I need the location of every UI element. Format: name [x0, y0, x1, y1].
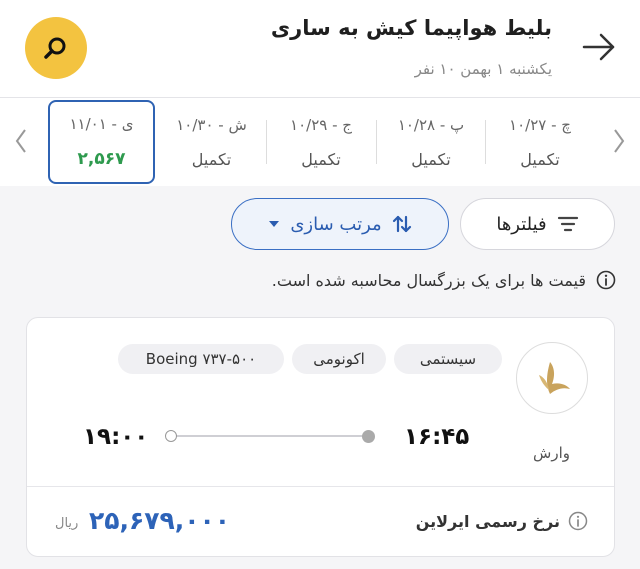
date-cell[interactable]: ج - ۱۰/۲۹ تکمیل [268, 98, 374, 186]
date-status: تکمیل [191, 149, 232, 169]
seats-count: ۲,۵۶۷ [77, 149, 126, 169]
caret-down-icon [269, 221, 280, 227]
date-label: ش - ۱۰/۳۰ [176, 115, 247, 134]
date-cell[interactable]: پ - ۱۰/۲۸ تکمیل [378, 98, 484, 186]
date-divider [266, 120, 267, 164]
date-status: تکمیل [301, 149, 341, 169]
filters-button[interactable]: فیلترها [460, 198, 615, 250]
departure-dot [362, 430, 375, 443]
sort-icon [392, 215, 411, 233]
price-note-text: قیمت ها برای یک بزرگسال محاسبه شده است. [271, 270, 586, 290]
flight-card[interactable]: وارش سیستمی اکونومی Boeing ۷۳۷-۵۰۰ ۱۶:۴۵… [26, 317, 615, 557]
date-divider [485, 120, 486, 164]
page-title: بلیط هواپیما کیش به ساری [270, 16, 552, 40]
flight-type-tag: سیستمی [394, 344, 502, 374]
sort-button[interactable]: مرتب سازی [231, 198, 449, 250]
info-icon[interactable] [568, 511, 588, 531]
card-divider [27, 486, 614, 487]
fare-label-text: نرخ رسمی ایرلاین [415, 511, 560, 531]
date-status: تکمیل [411, 149, 451, 169]
airline-logo [516, 342, 588, 414]
arrival-time: ۱۹:۰۰ [83, 424, 149, 450]
date-divider [376, 120, 377, 164]
chevron-right-icon[interactable] [612, 128, 626, 154]
date-label: پ - ۱۰/۲۸ [397, 115, 465, 134]
page-subtitle: یکشنبه ۱ بهمن ۱۰ نفر [414, 60, 552, 78]
ticket-price: ۲۵,۶۷۹,۰۰۰ [89, 506, 231, 535]
date-label: ی - ۱۱/۰۱ [69, 115, 134, 133]
currency-label: ریال [55, 516, 79, 531]
departure-time: ۱۶:۴۵ [404, 424, 470, 450]
search-icon [44, 37, 66, 59]
date-label: ج - ۱۰/۲۹ [290, 115, 352, 134]
date-status: تکمیل [520, 149, 560, 169]
filter-icon [557, 216, 578, 232]
date-cell[interactable]: چ - ۱۰/۲۷ تکمیل [487, 98, 593, 186]
date-strip: ی - ۱۱/۰۱ ۲,۵۶۷ ش - ۱۰/۳۰ تکمیل ج - ۱۰/۲… [0, 98, 640, 186]
sort-label: مرتب سازی [290, 213, 382, 235]
arrow-right-icon[interactable] [582, 32, 616, 62]
airline-name: وارش [533, 444, 570, 462]
arrival-dot [165, 430, 177, 442]
chevron-left-icon[interactable] [14, 128, 28, 154]
search-button[interactable] [25, 17, 87, 79]
header: بلیط هواپیما کیش به ساری یکشنبه ۱ بهمن ۱… [0, 0, 640, 98]
date-label: چ - ۱۰/۲۷ [509, 115, 571, 134]
price-note: قیمت ها برای یک بزرگسال محاسبه شده است. [16, 270, 616, 290]
date-cell-selected[interactable]: ی - ۱۱/۰۱ ۲,۵۶۷ [48, 100, 155, 184]
route-line [171, 435, 369, 437]
fare-label: نرخ رسمی ایرلاین [416, 511, 588, 531]
info-icon [596, 270, 616, 290]
aircraft-tag: Boeing ۷۳۷-۵۰۰ [118, 344, 284, 374]
filters-label: فیلترها [496, 213, 547, 235]
date-cell[interactable]: ش - ۱۰/۳۰ تکمیل [160, 98, 263, 186]
cabin-class-tag: اکونومی [292, 344, 386, 374]
